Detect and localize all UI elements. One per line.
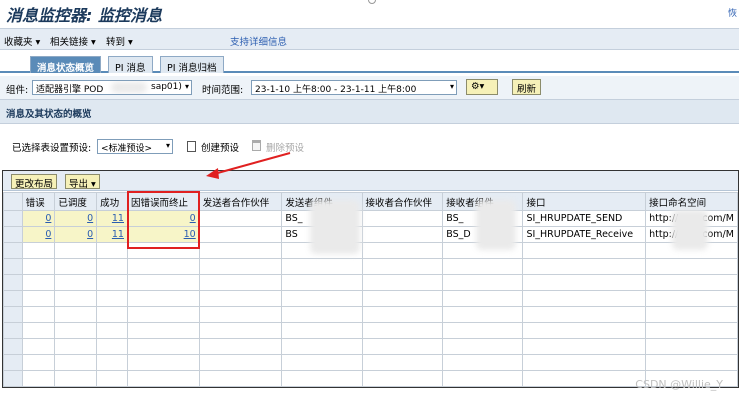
- annotation-arrow-icon: [206, 152, 291, 179]
- watermark: CSDN @Willie_Y: [635, 378, 723, 391]
